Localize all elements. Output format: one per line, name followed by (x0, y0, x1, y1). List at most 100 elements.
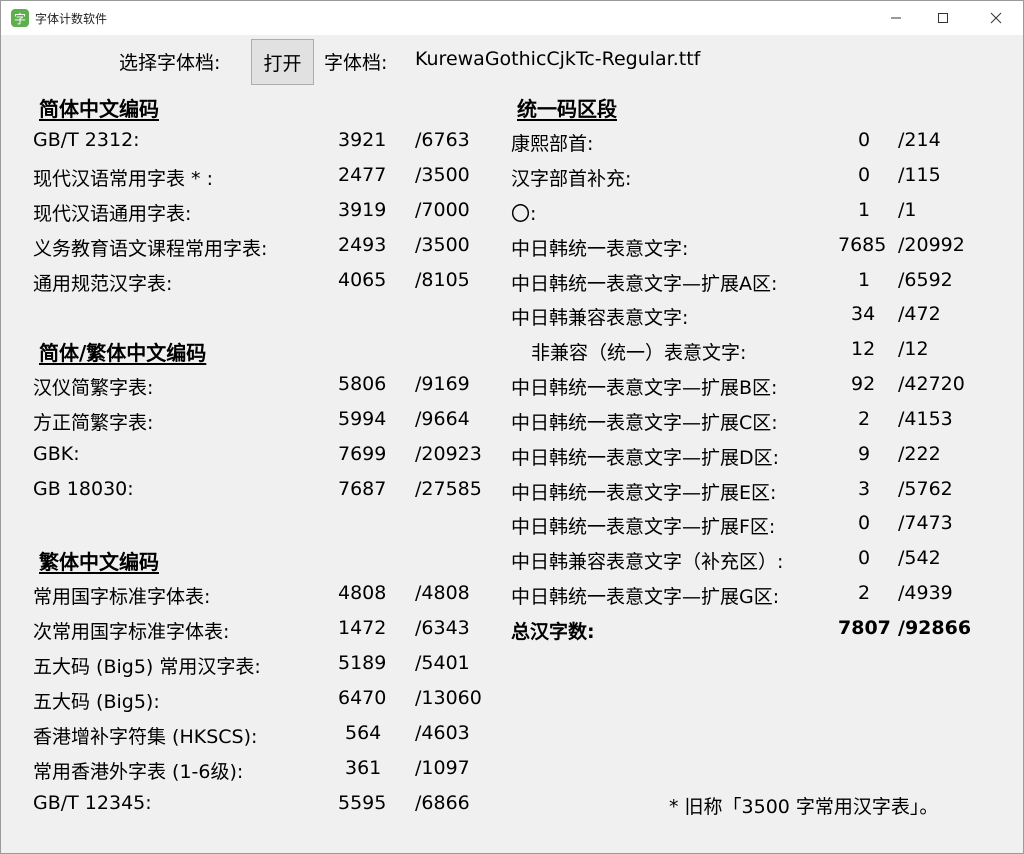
simplified-row-count: 3921 (338, 129, 387, 151)
unicode-row-total: /7473 (898, 512, 953, 534)
mixed-row-label: GBK: (33, 443, 80, 465)
simplified-row-total: /3500 (415, 164, 470, 186)
unicode-row-label: 中日韩兼容表意文字（补充区）: (511, 551, 784, 573)
unicode-row-total: /20992 (898, 234, 965, 256)
unicode-row-label: 中日韩统一表意文字—扩展B区: (511, 377, 778, 399)
unicode-row-total: /42720 (898, 373, 965, 395)
unicode-row-count: 0 (858, 129, 871, 151)
mixed-row-total: /27585 (415, 478, 482, 500)
font-file-name: KurewaGothicCjkTc-Regular.ttf (415, 48, 701, 70)
mixed-row-label: 方正简繁字表: (33, 412, 154, 434)
total-label: 总汉字数: (511, 621, 595, 643)
unicode-row-label: 中日韩统一表意文字—扩展A区: (511, 273, 778, 295)
simplified-row-label: 义务教育语文课程常用字表: (33, 238, 268, 260)
app-icon: 字 (11, 9, 29, 27)
simplified-heading: 简体中文编码 (39, 97, 159, 121)
simplified-row-label: GB/T 2312: (33, 129, 140, 151)
minimize-icon (891, 17, 901, 19)
traditional-row-label: 五大码 (Big5) 常用汉字表: (33, 656, 261, 678)
mixed-row-count: 5994 (338, 408, 387, 430)
total-total: /92866 (898, 617, 972, 639)
mixed-row-count: 7699 (338, 443, 387, 465)
traditional-row-total: /4808 (415, 582, 470, 604)
minimize-button[interactable] (873, 1, 919, 35)
traditional-row-count: 6470 (338, 687, 387, 709)
mixed-row-total: /9169 (415, 373, 470, 395)
unicode-row-count: 2 (858, 408, 871, 430)
simplified-row-label: 现代汉语常用字表 * : (33, 168, 213, 190)
unicode-row-count: 12 (851, 338, 876, 360)
traditional-row-label: 香港增补字符集 (HKSCS): (33, 726, 258, 748)
unicode-row-count: 1 (858, 269, 871, 291)
title-bar[interactable]: 字 字体计数软件 (1, 1, 1023, 35)
simplified-row-total: /7000 (415, 199, 470, 221)
unicode-row-total: /4939 (898, 582, 953, 604)
traditional-row-total: /5401 (415, 652, 470, 674)
unicode-row-total: /214 (898, 129, 941, 151)
font-file-label: 字体档: (324, 52, 388, 74)
simplified-row-count: 4065 (338, 269, 387, 291)
select-font-label: 选择字体档: (119, 52, 221, 74)
footnote: * 旧称「3500 字常用汉字表」。 (669, 796, 939, 818)
mixed-heading: 简体/繁体中文编码 (39, 341, 207, 365)
open-button[interactable]: 打开 (251, 39, 314, 85)
traditional-row-label: 常用国字标准字体表: (33, 586, 211, 608)
unicode-row-label: 中日韩统一表意文字—扩展C区: (511, 412, 778, 434)
unicode-row-total: /1 (898, 199, 917, 221)
mixed-row-count: 7687 (338, 478, 387, 500)
total-count: 7807 (838, 617, 891, 639)
maximize-button[interactable] (920, 1, 966, 35)
traditional-row-label: GB/T 12345: (33, 792, 152, 814)
mixed-row-count: 5806 (338, 373, 387, 395)
unicode-row-total: /472 (898, 303, 941, 325)
traditional-row-total: /1097 (415, 757, 470, 779)
unicode-row-total: /12 (898, 338, 929, 360)
traditional-row-label: 五大码 (Big5): (33, 691, 160, 713)
unicode-row-count: 3 (858, 478, 871, 500)
unicode-row-label: 中日韩统一表意文字—扩展F区: (511, 516, 776, 538)
unicode-row-label: 中日韩兼容表意文字: (511, 307, 689, 329)
app-window: 字 字体计数软件 选择字体档: 打开 字体档: KurewaGothicCjkT… (0, 0, 1024, 854)
traditional-heading: 繁体中文编码 (39, 550, 159, 574)
unicode-row-label: 中日韩统一表意文字—扩展D区: (511, 447, 780, 469)
simplified-row-total: /8105 (415, 269, 470, 291)
traditional-row-total: /4603 (415, 722, 470, 744)
unicode-row-label: 中日韩统一表意文字—扩展E区: (511, 482, 777, 504)
traditional-row-count: 5189 (338, 652, 387, 674)
traditional-row-total: /13060 (415, 687, 482, 709)
unicode-heading: 统一码区段 (517, 97, 617, 121)
unicode-row-total: /115 (898, 164, 941, 186)
svg-text:字: 字 (14, 11, 26, 26)
unicode-row-total: /542 (898, 547, 941, 569)
traditional-row-count: 361 (345, 757, 382, 779)
traditional-row-label: 常用香港外字表 (1-6级): (33, 761, 244, 783)
unicode-row-label: 中日韩统一表意文字: (511, 238, 689, 260)
mixed-row-total: /20923 (415, 443, 482, 465)
unicode-row-count: 0 (858, 512, 871, 534)
unicode-row-total: /4153 (898, 408, 953, 430)
unicode-row-label: 〇: (511, 203, 537, 225)
simplified-row-total: /6763 (415, 129, 470, 151)
traditional-row-count: 564 (345, 722, 382, 744)
mixed-row-total: /9664 (415, 408, 470, 430)
unicode-row-count: 7685 (838, 234, 887, 256)
unicode-row-count: 92 (851, 373, 876, 395)
traditional-row-total: /6866 (415, 792, 470, 814)
maximize-icon (938, 13, 948, 23)
unicode-row-total: /6592 (898, 269, 953, 291)
unicode-row-label: 汉字部首补充: (511, 168, 632, 190)
window-title: 字体计数软件 (35, 12, 108, 26)
unicode-row-count: 0 (858, 164, 871, 186)
unicode-row-total: /5762 (898, 478, 953, 500)
mixed-row-label: 汉仪简繁字表: (33, 377, 154, 399)
unicode-row-label: 康熙部首: (511, 133, 594, 155)
simplified-row-total: /3500 (415, 234, 470, 256)
simplified-row-count: 2477 (338, 164, 387, 186)
close-button[interactable] (973, 1, 1019, 35)
simplified-row-count: 2493 (338, 234, 387, 256)
simplified-row-count: 3919 (338, 199, 387, 221)
unicode-row-count: 2 (858, 582, 871, 604)
unicode-row-count: 34 (851, 303, 876, 325)
unicode-row-count: 0 (858, 547, 871, 569)
traditional-row-label: 次常用国字标准字体表: (33, 621, 230, 643)
